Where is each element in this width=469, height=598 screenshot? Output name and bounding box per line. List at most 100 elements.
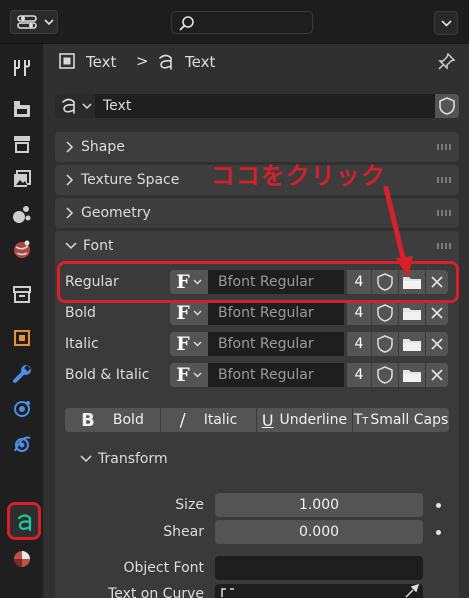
size-value: 1.000 [298, 497, 340, 513]
drag-handle-icon[interactable] [437, 243, 451, 249]
section-geometry-label: Geometry [81, 205, 151, 221]
font-name-field[interactable]: Bfont Regular [208, 301, 344, 325]
chevron-down-icon[interactable] [80, 454, 92, 464]
shield-icon [377, 335, 393, 353]
underline-toggle-label: Underline [279, 412, 348, 428]
eyedropper-icon[interactable] [403, 584, 419, 598]
font-row-label: Bold [65, 305, 96, 321]
shear-field[interactable]: 0.000 [215, 520, 423, 544]
underline-icon: U [261, 410, 274, 430]
scene-icon[interactable] [10, 202, 34, 226]
folder-icon [403, 339, 421, 351]
object-font-label: Object Font [123, 560, 204, 576]
object-data-icon [58, 51, 76, 75]
font-row-label: Italic [65, 336, 99, 352]
physics-icon[interactable] [10, 432, 34, 456]
italic-toggle-label: Italic [203, 412, 238, 428]
fake-user-button[interactable] [372, 332, 398, 356]
font-name-field[interactable]: Bfont Regular [208, 363, 344, 387]
output-icon[interactable] [10, 132, 34, 156]
drag-handle-icon[interactable] [437, 144, 451, 150]
properties-editor-icon [17, 15, 37, 29]
text-on-curve-field[interactable] [215, 584, 423, 598]
unlink-font-button[interactable] [426, 301, 448, 325]
small-caps-toggle[interactable]: TT Small Caps [353, 408, 449, 432]
collection-icon[interactable] [10, 282, 34, 306]
datablock-name: Text [103, 98, 132, 114]
drag-handle-icon[interactable] [437, 177, 451, 183]
section-shape-label: Shape [81, 139, 125, 155]
drag-handle-icon[interactable] [437, 210, 451, 216]
chevron-down-icon [65, 242, 77, 250]
data-text-icon [17, 514, 32, 532]
breadcrumb-separator: > [136, 52, 149, 70]
chevron-down-icon [193, 341, 202, 347]
open-font-button[interactable] [399, 363, 425, 387]
keyframe-dot-icon[interactable] [436, 503, 441, 508]
data-text-tab-active[interactable] [7, 502, 41, 540]
options-dropdown[interactable] [434, 11, 458, 35]
unlink-font-button[interactable] [426, 363, 448, 387]
font-browse-button[interactable]: F [170, 301, 208, 325]
size-label: Size [175, 497, 204, 513]
bold-toggle[interactable]: B Bold [65, 408, 160, 432]
font-name-field[interactable]: Bfont Regular [208, 332, 344, 356]
modifier-icon[interactable] [10, 362, 34, 386]
font-row-label: Bold & Italic [65, 367, 150, 383]
render-icon[interactable] [10, 97, 34, 121]
underline-toggle[interactable]: U Underline [257, 408, 352, 432]
size-field[interactable]: 1.000 [215, 493, 423, 517]
object-icon[interactable] [10, 326, 34, 350]
chevron-right-icon [66, 207, 74, 219]
shield-icon [439, 97, 455, 115]
chevron-down-icon [441, 20, 452, 27]
bold-icon: B [81, 409, 95, 431]
annotation-highlight-box [57, 261, 459, 303]
text-on-curve-label: Text on Curve [108, 586, 204, 598]
font-users-count[interactable]: 4 [347, 301, 371, 325]
font-browse-button[interactable]: F [170, 332, 208, 356]
shear-label: Shear [163, 524, 204, 540]
world-icon[interactable] [10, 237, 34, 261]
datablock-browse-button[interactable] [55, 94, 95, 118]
text-data-icon [159, 54, 172, 70]
open-font-button[interactable] [399, 332, 425, 356]
material-icon[interactable] [10, 547, 34, 571]
view-layer-icon[interactable] [10, 167, 34, 191]
section-texture-space-label: Texture Space [81, 172, 180, 188]
font-browse-button[interactable]: F [170, 363, 208, 387]
object-font-field[interactable] [215, 556, 423, 580]
chevron-down-icon [82, 103, 92, 110]
transform-subpanel-title[interactable]: Transform [98, 451, 168, 467]
close-icon [431, 338, 443, 350]
keyframe-dot-icon[interactable] [436, 530, 441, 535]
particles-icon[interactable] [10, 397, 34, 421]
folder-icon [403, 370, 421, 382]
fake-user-button[interactable] [372, 301, 398, 325]
pin-icon[interactable] [438, 52, 456, 72]
chevron-right-icon [66, 174, 74, 186]
folder-icon [403, 308, 421, 320]
fake-user-button[interactable] [372, 363, 398, 387]
chevron-down-icon [44, 19, 54, 26]
search-icon [179, 16, 194, 31]
shield-icon [377, 366, 393, 384]
chevron-down-icon [193, 372, 202, 378]
breadcrumb-data: Text [185, 53, 216, 71]
fake-user-button[interactable] [435, 94, 459, 118]
search-input[interactable] [171, 11, 313, 34]
datablock-name-field[interactable]: Text [95, 94, 435, 118]
close-icon [431, 307, 443, 319]
shield-icon [377, 304, 393, 322]
font-users-count[interactable]: 4 [347, 332, 371, 356]
open-font-button[interactable] [399, 301, 425, 325]
font-users-count[interactable]: 4 [347, 363, 371, 387]
italic-toggle[interactable]: / Italic [161, 408, 256, 432]
bold-toggle-label: Bold [112, 412, 144, 428]
unlink-font-button[interactable] [426, 332, 448, 356]
chevron-right-icon [66, 141, 74, 153]
editor-type-dropdown[interactable] [10, 10, 58, 34]
chevron-down-icon [193, 310, 202, 316]
section-font-label: Font [83, 238, 114, 254]
tool-icon[interactable] [10, 56, 34, 80]
